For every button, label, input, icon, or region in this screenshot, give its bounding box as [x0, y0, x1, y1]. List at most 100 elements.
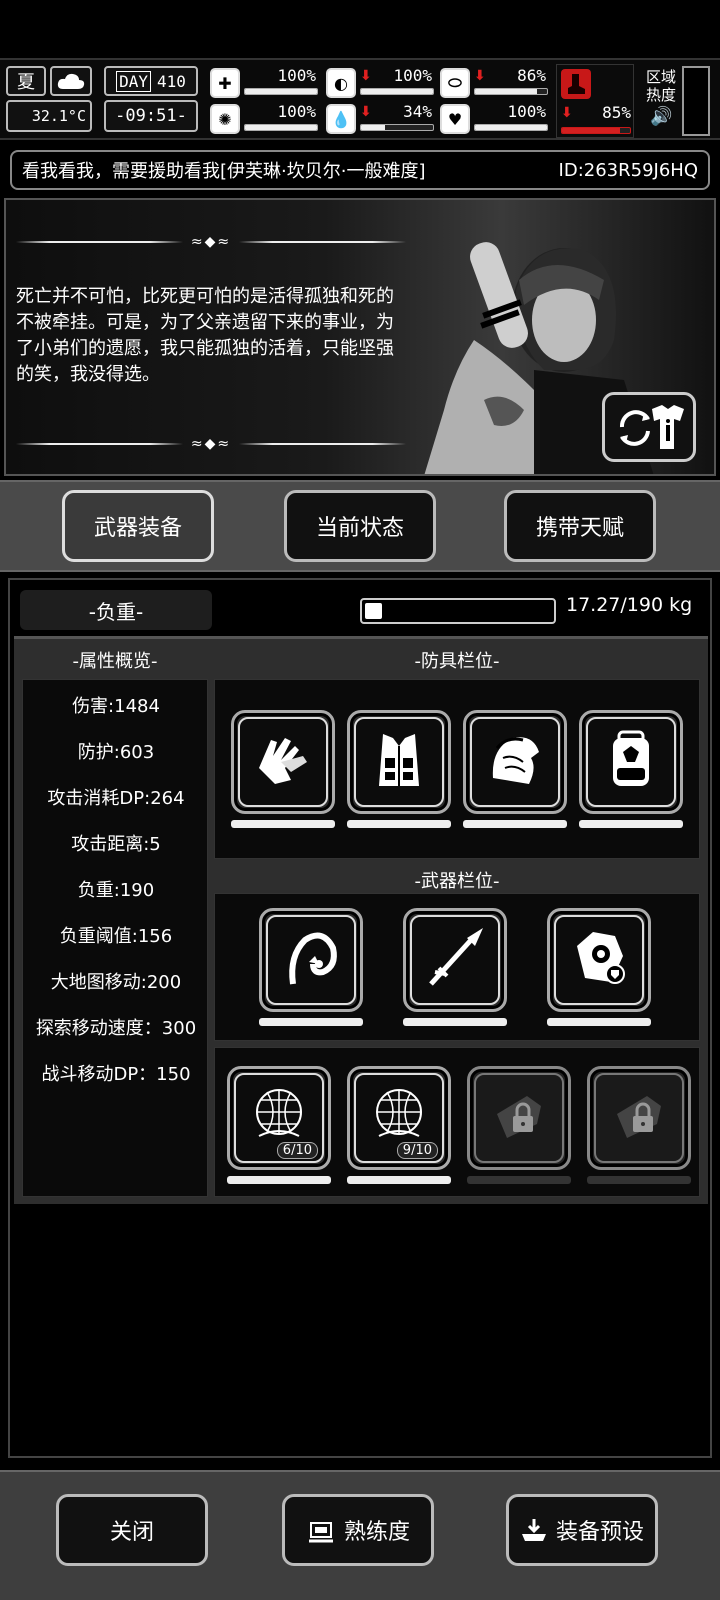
stomach-icon: ◐: [326, 68, 356, 98]
stat-water: 💧 ⬇ 34%: [326, 102, 438, 136]
slot-frame: [410, 915, 500, 1005]
item-slot[interactable]: 9/10: [347, 1066, 451, 1170]
speaker-icon[interactable]: 🔊: [650, 106, 672, 127]
attributes-box: 伤害:1484 防护:603 攻击消耗DP:264 攻击距离:5 负重:190 负重阈值:…: [22, 679, 208, 1197]
proficiency-label: 熟练度: [343, 1520, 410, 1545]
proficiency-button[interactable]: 熟练度: [282, 1494, 434, 1566]
health-icon: ✚: [210, 68, 240, 98]
armor-title: -防具栏位-: [414, 651, 500, 672]
weight-value: 17.27/190 kg: [566, 594, 693, 616]
weight-bar: [360, 598, 556, 624]
change-outfit-button[interactable]: [602, 392, 696, 462]
weight-label: -负重-: [20, 590, 212, 630]
tab-weapons-equipment[interactable]: 武器装备: [62, 490, 214, 562]
durability-bar: [587, 1176, 691, 1184]
day-value: 410: [157, 71, 186, 91]
durability-bar: [259, 1018, 363, 1026]
equipment-panel: -负重- 17.27/190 kg -属性概览- 伤害:1484 防护:603 攻击…: [8, 578, 712, 1458]
brain-icon: ✺: [210, 104, 240, 134]
equipment-body: -属性概览- 伤害:1484 防护:603 攻击消耗DP:264 攻击距离:5 负重:1…: [14, 636, 708, 1204]
vest-icon: [367, 728, 431, 796]
tab-current-status[interactable]: 当前状态: [284, 490, 436, 562]
slot-frame: [238, 717, 328, 807]
attribute-item: 攻击消耗DP:264: [47, 788, 185, 809]
preset-label: 装备预设: [555, 1520, 644, 1545]
bottom-bar: 关闭 熟练度 装备预设: [0, 1470, 720, 1600]
tab-label: 武器装备: [93, 516, 182, 541]
attribute-item: 战斗移动DP：150: [41, 1064, 191, 1085]
water-icon: 💧: [326, 104, 356, 134]
status-hud: 夏 32.1°C DAY 410 -09:51- ✚ 100% ◐ ⬇ 100%…: [0, 58, 720, 140]
zone-heat-label: 区域热度: [646, 68, 677, 104]
armor-slot[interactable]: [579, 710, 683, 814]
durability-bar: [403, 1018, 507, 1026]
stat-health: ✚ 100%: [210, 66, 322, 100]
attribute-item: 大地图移动:200: [50, 972, 182, 993]
durability-bar: [231, 820, 335, 828]
durability-bar: [347, 1176, 451, 1184]
heart-value: 100%: [507, 102, 546, 121]
attributes-title: -属性概览-: [72, 651, 158, 672]
tab-label: 当前状态: [315, 516, 404, 541]
stat-medicine: ⬭ ⬇ 86%: [440, 66, 552, 100]
locked-slot-icon: [607, 1084, 671, 1152]
player-id: ID:263R59J6HQ: [558, 159, 698, 181]
tab-label: 携带天赋: [535, 516, 624, 541]
stat-brain: ✺ 100%: [210, 102, 322, 136]
armor-slot[interactable]: [231, 710, 335, 814]
close-label: 关闭: [109, 1520, 154, 1545]
attribute-item: 攻击距离:5: [71, 834, 161, 855]
armor-slots: [214, 679, 700, 859]
top-ornament: ≈◆≈: [16, 234, 407, 250]
medicine-value: 86%: [517, 66, 546, 85]
horse-shoulder-armor-icon: [483, 728, 547, 796]
weapons-title: -武器栏位-: [414, 871, 500, 892]
durability-bar: [467, 1176, 571, 1184]
health-bar: [244, 88, 318, 95]
tab-talents[interactable]: 携带天赋: [504, 490, 656, 562]
banner-title: 看我看我，需要援助看我[伊芙琳·坎贝尔·一般难度]: [22, 161, 426, 182]
shield-gauntlet-icon: [567, 926, 631, 994]
heart-bar: [474, 124, 548, 131]
armor-slot[interactable]: [463, 710, 567, 814]
water-bar: [360, 124, 434, 131]
brain-value: 100%: [277, 102, 316, 121]
durability-bar: [347, 820, 451, 828]
gloves-icon: [251, 728, 315, 796]
slot-frame: [554, 915, 644, 1005]
item-count: 9/10: [396, 1142, 438, 1159]
brain-bar: [244, 124, 318, 131]
slot-frame: 6/10: [234, 1073, 324, 1163]
locked-slot[interactable]: [467, 1066, 571, 1170]
locked-slot[interactable]: [587, 1066, 691, 1170]
zone-heat-meter: [682, 66, 710, 136]
screen: 夏 32.1°C DAY 410 -09:51- ✚ 100% ◐ ⬇ 100%…: [0, 0, 720, 1600]
medicine-icon: ⬭: [440, 68, 470, 98]
attribute-item: 负重阈值:156: [59, 926, 173, 947]
armor-slot[interactable]: [347, 710, 451, 814]
slot-frame: [474, 1073, 564, 1163]
slot-frame: [266, 915, 356, 1005]
slot-frame: [470, 717, 560, 807]
weapon-slot[interactable]: [403, 908, 507, 1012]
item-count: 6/10: [276, 1142, 318, 1159]
clock-display: -09:51-: [104, 100, 198, 132]
backpack-icon: [599, 728, 663, 796]
item-slot[interactable]: 6/10: [227, 1066, 331, 1170]
podium-icon: [308, 1522, 333, 1543]
health-value: 100%: [277, 66, 316, 85]
equipment-preset-button[interactable]: 装备预设: [506, 1494, 658, 1566]
weapon-slot[interactable]: [259, 908, 363, 1012]
stamina-down-arrow: ⬇: [561, 105, 573, 121]
character-story-panel: ≈◆≈ 死亡并不可怕，比死更可怕的是活得孤独和死的不被牵挂。可是，为了父亲遗留下…: [4, 198, 716, 476]
help-banner[interactable]: 看我看我，需要援助看我[伊芙琳·坎贝尔·一般难度] ID:263R59J6HQ: [10, 150, 710, 190]
slot-frame: [594, 1073, 684, 1163]
story-text: 死亡并不可怕，比死更可怕的是活得孤独和死的不被牵挂。可是，为了父亲遗留下来的事业…: [16, 286, 394, 385]
tab-bar: 武器装备 当前状态 携带天赋: [0, 480, 720, 572]
weapon-slot[interactable]: [547, 908, 651, 1012]
close-button[interactable]: 关闭: [56, 1494, 208, 1566]
weapon-slots: [214, 893, 700, 1041]
day-counter: DAY 410: [104, 66, 198, 96]
durability-bar: [547, 1018, 651, 1026]
slot-frame: [354, 717, 444, 807]
